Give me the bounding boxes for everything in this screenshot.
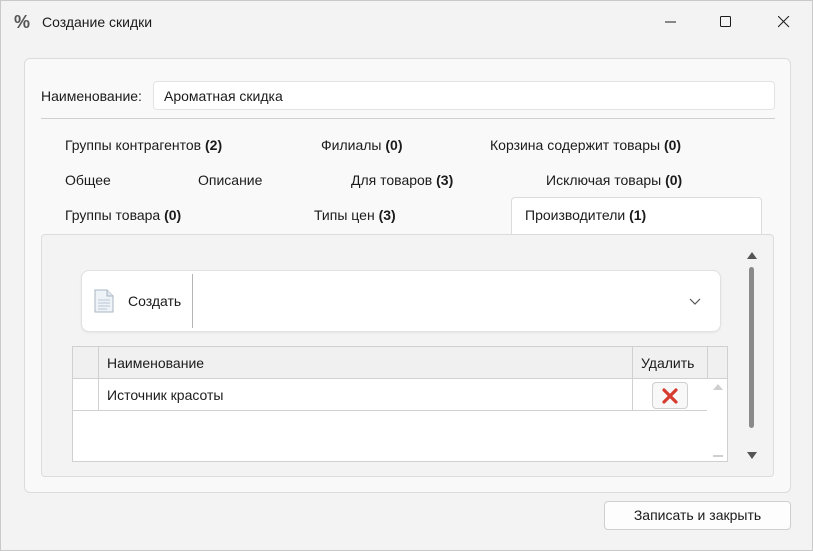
tab-counterparty-groups[interactable]: Группы контрагентов (2) (65, 137, 222, 153)
table-row[interactable]: Источник красоты (73, 379, 707, 411)
tab-excluding-products[interactable]: Исключая товары (0) (546, 172, 682, 188)
tab-count: (0) (665, 172, 683, 188)
column-divider (707, 347, 708, 379)
tab-label: Для товаров (351, 172, 433, 188)
maximize-button[interactable] (703, 1, 749, 43)
tab-count: (0) (663, 137, 682, 153)
tab-label: Описание (198, 172, 263, 188)
tab-branches[interactable]: Филиалы (0) (321, 137, 403, 153)
tab-product-groups[interactable]: Группы товара (0) (65, 207, 181, 223)
tab-count: (0) (385, 137, 403, 153)
scroll-down-icon[interactable] (746, 450, 758, 460)
title-bar: % Создание скидки (1, 1, 812, 43)
discount-dialog: % Создание скидки Наименование: Группы к… (0, 0, 813, 551)
table-scroll-down-icon[interactable] (712, 454, 724, 458)
tab-label: Исключая товары (546, 172, 662, 188)
scrollbar-thumb[interactable] (749, 267, 754, 428)
divider (41, 118, 775, 119)
tab-label: Общее (65, 172, 111, 188)
toolbar-separator (192, 274, 193, 328)
tab-content-manufacturers: Создать Наименование Удалить Источник кр… (41, 234, 774, 477)
tab-manufacturers[interactable]: Производители (1) (525, 207, 646, 223)
delete-row-button[interactable] (652, 382, 688, 409)
row-name-cell: Источник красоты (107, 387, 224, 403)
maximize-icon (720, 16, 731, 27)
close-button[interactable] (761, 1, 807, 43)
tab-for-products[interactable]: Для товаров (3) (351, 172, 453, 188)
tab-label: Производители (525, 207, 626, 223)
tab-count: (3) (436, 172, 454, 188)
window-title: Создание скидки (42, 14, 153, 30)
scroll-up-icon[interactable] (746, 251, 758, 261)
column-header-name[interactable]: Наименование (107, 355, 204, 371)
content-scrollbar[interactable] (745, 251, 759, 463)
tab-count: (0) (164, 207, 182, 223)
minimize-button[interactable] (648, 1, 694, 43)
tab-label: Корзина содержит товары (490, 137, 661, 153)
tab-general[interactable]: Общее (65, 172, 111, 188)
save-and-close-button[interactable]: Записать и закрыть (604, 501, 791, 530)
toolbar: Создать (81, 270, 721, 332)
main-panel: Наименование: Группы контрагентов (2) Фи… (24, 58, 791, 493)
tab-price-types[interactable]: Типы цен (3) (314, 207, 396, 223)
tab-cart-contains[interactable]: Корзина содержит товары (0) (490, 137, 681, 153)
create-button[interactable]: Создать (94, 287, 190, 317)
name-label: Наименование: (41, 88, 142, 104)
chevron-down-icon[interactable] (689, 298, 701, 306)
tab-label: Филиалы (321, 137, 382, 153)
create-button-label: Создать (128, 293, 182, 309)
table-scroll-up-icon[interactable] (712, 383, 724, 391)
tab-label: Группы контрагентов (65, 137, 202, 153)
percent-icon: % (14, 12, 31, 32)
document-icon (94, 289, 114, 313)
table-header: Наименование Удалить (73, 347, 727, 379)
tab-count: (2) (205, 137, 223, 153)
minimize-icon (665, 21, 676, 23)
tab-count: (1) (629, 207, 647, 223)
name-input[interactable] (153, 81, 775, 110)
tab-count: (3) (378, 207, 396, 223)
close-icon (778, 16, 790, 28)
manufacturers-table: Наименование Удалить Источник красоты (72, 346, 728, 462)
tab-description[interactable]: Описание (198, 172, 262, 188)
tab-label: Группы товара (65, 207, 161, 223)
tab-label: Типы цен (314, 207, 375, 223)
delete-icon (662, 388, 678, 404)
column-header-delete[interactable]: Удалить (641, 355, 694, 371)
